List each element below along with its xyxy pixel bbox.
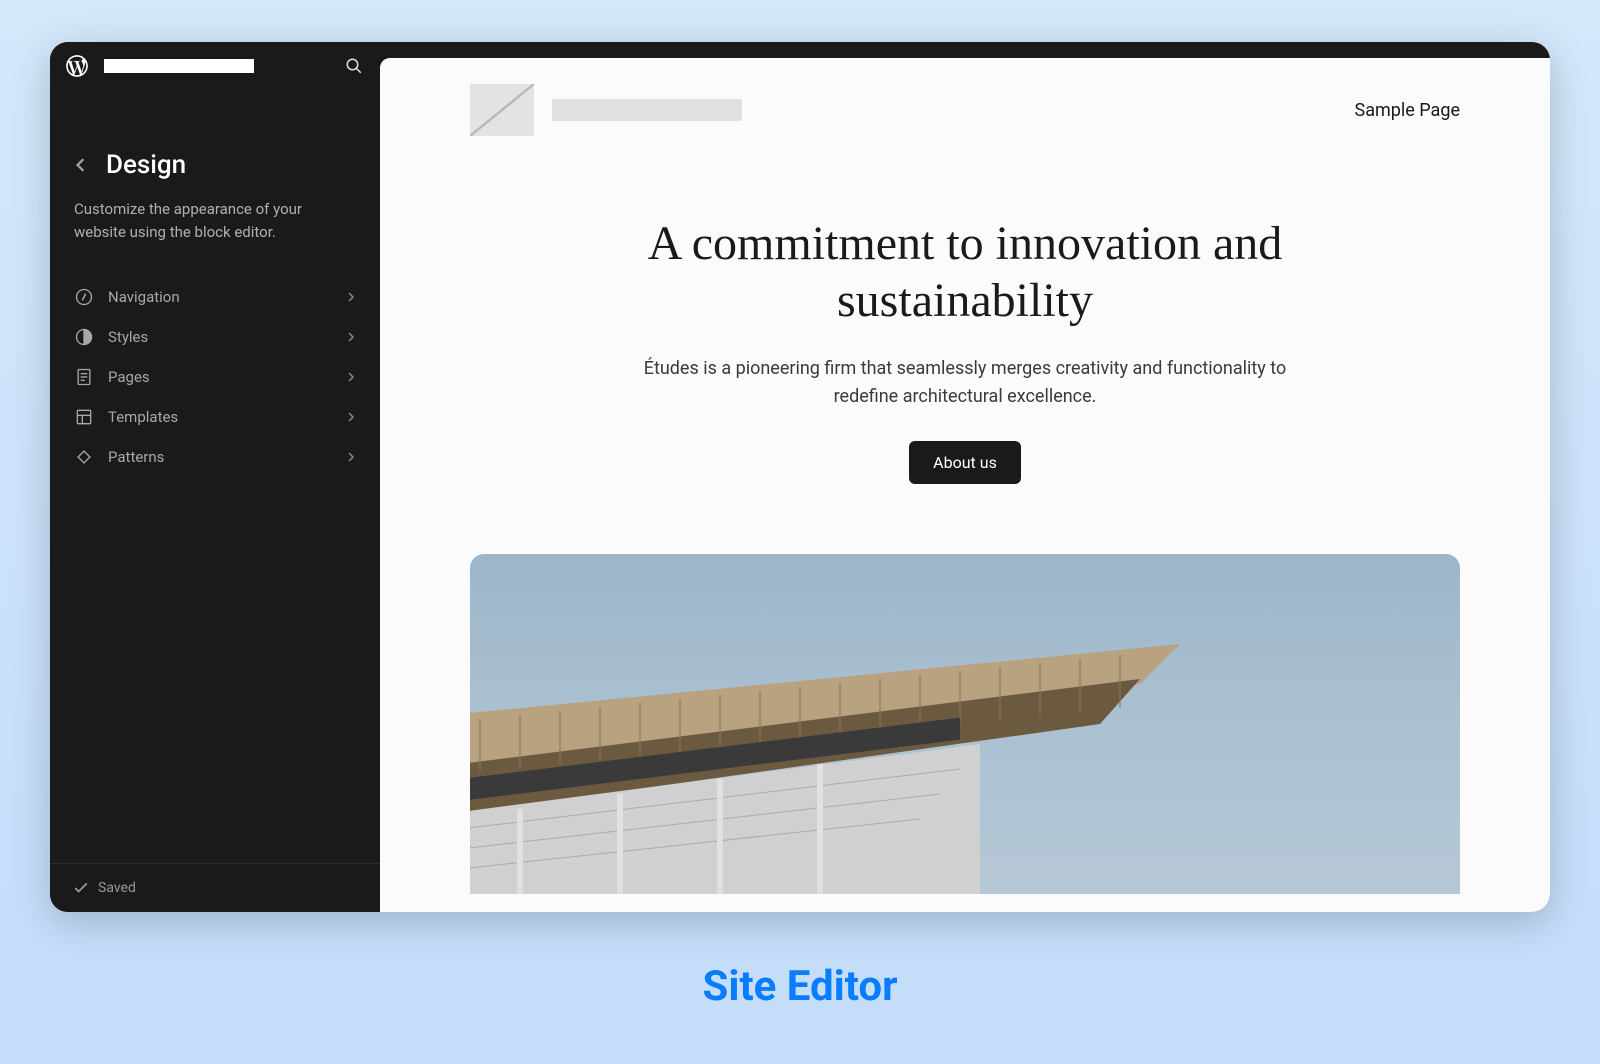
preview-hero-subtitle: Études is a pioneering firm that seamles… xyxy=(615,355,1315,411)
contrast-icon xyxy=(74,327,94,347)
sidebar-item-label: Styles xyxy=(108,328,346,346)
search-button[interactable] xyxy=(342,54,366,78)
sidebar-item-pages[interactable]: Pages xyxy=(60,357,370,397)
preview-logo-placeholder xyxy=(470,84,534,136)
chevron-right-icon xyxy=(346,452,356,462)
editor-window: Design Customize the appearance of your … xyxy=(50,42,1550,912)
editor-canvas[interactable]: Sample Page A commitment to innovation a… xyxy=(380,58,1550,912)
site-name-placeholder xyxy=(104,59,254,73)
chevron-right-icon xyxy=(346,332,356,342)
search-icon xyxy=(345,57,363,75)
design-panel-title: Design xyxy=(106,150,186,180)
admin-topbar xyxy=(50,42,380,90)
diamond-icon xyxy=(74,447,94,467)
preview-cta-button[interactable]: About us xyxy=(909,441,1021,484)
preview-title-placeholder xyxy=(552,99,742,121)
compass-icon xyxy=(74,287,94,307)
wordpress-logo-icon[interactable] xyxy=(64,53,90,79)
design-panel-header: Design Customize the appearance of your … xyxy=(50,90,380,255)
layout-icon xyxy=(74,407,94,427)
sidebar-item-navigation[interactable]: Navigation xyxy=(60,277,370,317)
sidebar-item-styles[interactable]: Styles xyxy=(60,317,370,357)
architecture-illustration xyxy=(470,594,1240,894)
design-panel-description: Customize the appearance of your website… xyxy=(74,198,356,243)
chevron-right-icon xyxy=(346,412,356,422)
preview-site-header: Sample Page xyxy=(470,84,1460,136)
design-menu: Navigation Styles Pages Templates Patter xyxy=(50,255,380,477)
figure-caption: Site Editor xyxy=(702,962,897,1011)
sidebar-item-patterns[interactable]: Patterns xyxy=(60,437,370,477)
chevron-right-icon xyxy=(346,292,356,302)
chevron-right-icon xyxy=(346,372,356,382)
back-chevron-icon[interactable] xyxy=(74,158,88,172)
preview-site-brand xyxy=(470,84,742,136)
preview-nav-link[interactable]: Sample Page xyxy=(1355,100,1460,121)
page-icon xyxy=(74,367,94,387)
preview-hero-image xyxy=(470,554,1460,894)
sidebar-footer: Saved xyxy=(50,863,380,912)
preview-hero-title: A commitment to innovation and sustainab… xyxy=(615,216,1315,329)
check-icon xyxy=(74,881,88,895)
sidebar-item-label: Pages xyxy=(108,368,346,386)
sidebar-item-label: Navigation xyxy=(108,288,346,306)
sidebar: Design Customize the appearance of your … xyxy=(50,42,380,912)
preview-hero: A commitment to innovation and sustainab… xyxy=(615,216,1315,484)
site-preview: Sample Page A commitment to innovation a… xyxy=(380,58,1550,894)
saved-status: Saved xyxy=(98,880,136,896)
sidebar-item-label: Templates xyxy=(108,408,346,426)
sidebar-item-label: Patterns xyxy=(108,448,346,466)
sidebar-item-templates[interactable]: Templates xyxy=(60,397,370,437)
